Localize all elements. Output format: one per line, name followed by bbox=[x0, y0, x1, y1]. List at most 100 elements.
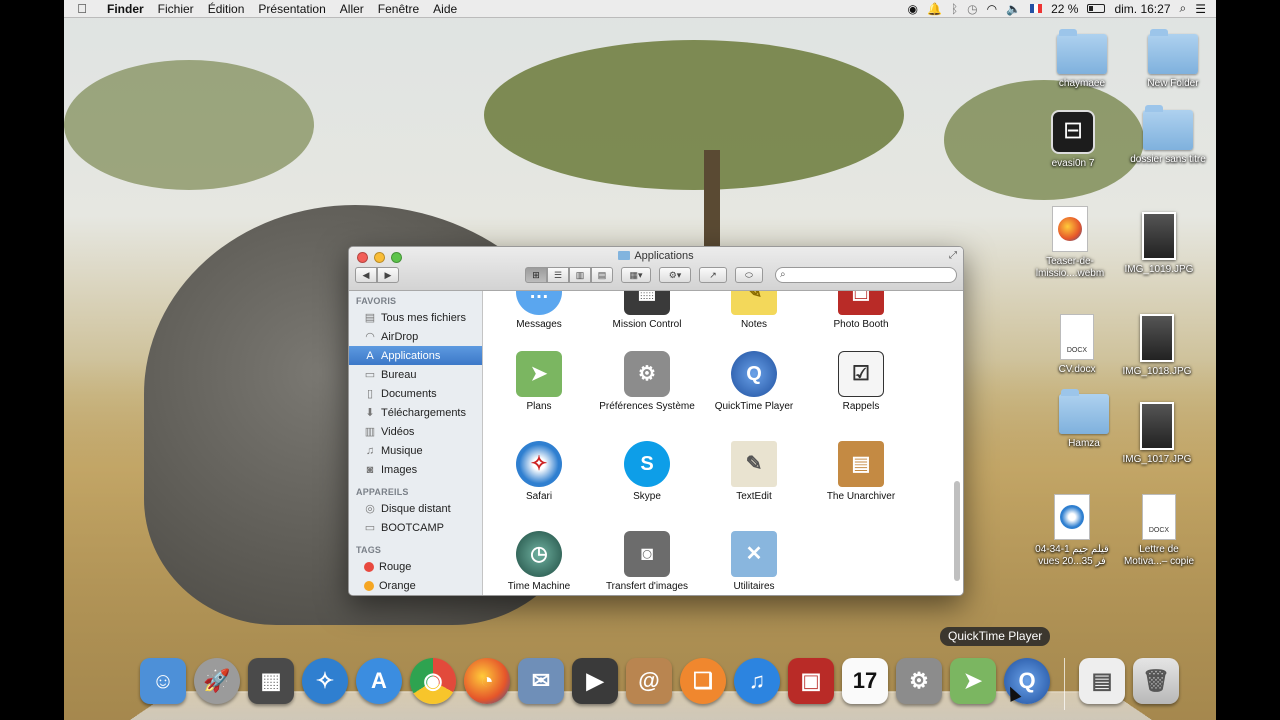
battery-icon[interactable] bbox=[1087, 4, 1106, 13]
finder-window[interactable]: Applications ⤢ ◀ ▶ ⊞ ☰ ▥ ▤ ▦▾ ⚙▾ ↗ ⬭ ⌕ F… bbox=[348, 246, 964, 596]
clock[interactable]: dim. 16:27 bbox=[1114, 2, 1170, 16]
itunes-icon[interactable]: ♫ bbox=[734, 658, 780, 704]
app-mission-control[interactable]: ▦ Mission Control bbox=[594, 291, 700, 331]
title-bar[interactable]: Applications ⤢ ◀ ▶ ⊞ ☰ ▥ ▤ ▦▾ ⚙▾ ↗ ⬭ ⌕ bbox=[349, 247, 963, 291]
time-machine-icon[interactable]: ◷ bbox=[967, 2, 977, 16]
column-view-button[interactable]: ▥ bbox=[569, 267, 591, 283]
action-gear-button[interactable]: ⚙▾ bbox=[659, 267, 691, 283]
menu-aide[interactable]: Aide bbox=[426, 2, 464, 16]
desktop-file[interactable]: DOCX CV.docx bbox=[1037, 314, 1117, 376]
menu-fenetre[interactable]: Fenêtre bbox=[371, 2, 426, 16]
app-time-machine[interactable]: ◷ Time Machine bbox=[486, 531, 592, 593]
sidebar-item-images[interactable]: ◙ Images bbox=[349, 460, 482, 479]
search-field[interactable]: ⌕ bbox=[775, 267, 957, 283]
sidebar-item-tag-red[interactable]: Rouge bbox=[349, 557, 482, 576]
system-preferences-icon[interactable]: ⚙ bbox=[896, 658, 942, 704]
sidebar-item-airdrop[interactable]: ◠ AirDrop bbox=[349, 327, 482, 346]
facetime-icon[interactable]: ▶ bbox=[572, 658, 618, 704]
app-photo-booth[interactable]: ▣ Photo Booth bbox=[808, 291, 914, 331]
app-unarchiver[interactable]: ▤ The Unarchiver bbox=[808, 441, 914, 503]
share-button[interactable]: ↗ bbox=[699, 267, 727, 283]
sidebar-item-tag-orange[interactable]: Orange bbox=[349, 576, 482, 595]
maps-icon: ➤ bbox=[516, 351, 562, 397]
notification-icon[interactable]: 🔔 bbox=[927, 2, 942, 16]
calendar-icon[interactable]: 17 bbox=[842, 658, 888, 704]
sidebar-item-bureau[interactable]: ▭ Bureau bbox=[349, 365, 482, 384]
firefox-icon[interactable]: ◔ bbox=[464, 658, 510, 704]
app-notes[interactable]: ✎ Notes bbox=[701, 291, 807, 331]
downloads-stack-icon[interactable]: ▤ bbox=[1079, 658, 1125, 704]
mission-control-icon[interactable]: ▦ bbox=[248, 658, 294, 704]
apple-menu-icon[interactable]:  bbox=[64, 1, 100, 16]
volume-icon[interactable]: 🔈 bbox=[1006, 2, 1021, 16]
launchpad-icon[interactable]: 🚀 bbox=[194, 658, 240, 704]
french-flag-icon[interactable] bbox=[1030, 4, 1043, 13]
app-safari[interactable]: ✧ Safari bbox=[486, 441, 592, 503]
app-system-preferences[interactable]: ⚙ Préférences Système bbox=[594, 351, 700, 413]
menu-presentation[interactable]: Présentation bbox=[251, 2, 332, 16]
photo-booth-icon[interactable]: ▣ bbox=[788, 658, 834, 704]
maps-icon[interactable]: ➤ bbox=[950, 658, 996, 704]
status-area: ◉ 🔔 ᛒ ◷ ◠ 🔈 22 % dim. 16:27 ⌕ ☰ bbox=[908, 1, 1216, 16]
notification-center-icon[interactable]: ☰ bbox=[1195, 2, 1206, 16]
safari-icon[interactable]: ✧ bbox=[302, 658, 348, 704]
desktop-file[interactable]: IMG_1018.JPG bbox=[1117, 314, 1197, 378]
icon-view-button[interactable]: ⊞ bbox=[525, 267, 547, 283]
desktop-app[interactable]: ⊟ evasi0n 7 bbox=[1033, 110, 1113, 170]
desktop-folder[interactable]: Hamza bbox=[1044, 389, 1124, 450]
app-plans[interactable]: ➤ Plans bbox=[486, 351, 592, 413]
toolbar: ◀ ▶ ⊞ ☰ ▥ ▤ ▦▾ ⚙▾ ↗ ⬭ ⌕ bbox=[355, 266, 957, 284]
menu-edition[interactable]: Édition bbox=[201, 2, 252, 16]
app-reminders[interactable]: ☑ Rappels bbox=[808, 351, 914, 413]
sidebar-item-documents[interactable]: ▯ Documents bbox=[349, 384, 482, 403]
app-store-icon[interactable]: A bbox=[356, 658, 402, 704]
tags-button[interactable]: ⬭ bbox=[735, 267, 763, 283]
desktop-file[interactable]: 04-34-1 قيلم جيم vues 20...35 فر bbox=[1032, 494, 1112, 568]
app-utilities[interactable]: ✕ Utilitaires bbox=[701, 531, 807, 593]
sidebar-item-remote-disc[interactable]: ◎ Disque distant bbox=[349, 499, 482, 518]
spotlight-icon[interactable]: ⌕ bbox=[1180, 1, 1187, 16]
app-skype[interactable]: S Skype bbox=[594, 441, 700, 503]
menu-app-name[interactable]: Finder bbox=[100, 2, 151, 16]
sidebar-item-videos[interactable]: ▥ Vidéos bbox=[349, 422, 482, 441]
sidebar-item-downloads[interactable]: ⬇ Téléchargements bbox=[349, 403, 482, 422]
arrange-button[interactable]: ▦▾ bbox=[621, 267, 651, 283]
desktop-folder[interactable]: chaymaee bbox=[1042, 29, 1122, 90]
cover-flow-button[interactable]: ▤ bbox=[591, 267, 613, 283]
back-button[interactable]: ◀ bbox=[355, 267, 377, 283]
menu-aller[interactable]: Aller bbox=[333, 2, 371, 16]
sidebar: FAVORIS ▤ Tous mes fichiers ◠ AirDrop A App… bbox=[349, 291, 483, 595]
battery-percent[interactable]: 22 % bbox=[1051, 2, 1078, 16]
finder-icon[interactable]: ☺ bbox=[140, 658, 186, 704]
file-browser[interactable]: … Messages ▦ Mission Control ✎ Notes ▣ Photo… bbox=[484, 291, 963, 595]
menu-fichier[interactable]: Fichier bbox=[151, 2, 201, 16]
forward-button[interactable]: ▶ bbox=[377, 267, 399, 283]
sidebar-item-applications[interactable]: A Applications bbox=[349, 346, 482, 365]
sidebar-item-music[interactable]: ♫ Musique bbox=[349, 441, 482, 460]
bluetooth-icon[interactable]: ᛒ bbox=[951, 2, 958, 16]
vertical-scrollbar[interactable] bbox=[954, 481, 960, 581]
app-quicktime[interactable]: Q QuickTime Player bbox=[701, 351, 807, 413]
trash-icon[interactable]: 🗑 bbox=[1133, 658, 1179, 704]
desktop-file[interactable]: IMG_1017.JPG bbox=[1117, 402, 1197, 466]
chrome-icon[interactable]: ◉ bbox=[410, 658, 456, 704]
quicktime-icon: Q bbox=[731, 351, 777, 397]
desktop-file[interactable]: Teaser-de-lmissio....webm bbox=[1030, 206, 1110, 280]
sidebar-item-bootcamp[interactable]: ▭ BOOTCAMP bbox=[349, 518, 482, 537]
sidebar-item-all-files[interactable]: ▤ Tous mes fichiers bbox=[349, 308, 482, 327]
mail-icon[interactable]: ✉ bbox=[518, 658, 564, 704]
app-image-capture[interactable]: ◙ Transfert d'images bbox=[594, 531, 700, 593]
fullscreen-icon[interactable]: ⤢ bbox=[949, 250, 957, 261]
app-messages[interactable]: … Messages bbox=[486, 291, 592, 331]
record-icon[interactable]: ◉ bbox=[908, 2, 918, 16]
list-view-button[interactable]: ☰ bbox=[547, 267, 569, 283]
desktop-file[interactable]: DOCX Lettre de Motiva...– copie bbox=[1119, 494, 1199, 568]
app-textedit[interactable]: ✎ TextEdit bbox=[701, 441, 807, 503]
ibooks-icon[interactable]: ❑ bbox=[680, 658, 726, 704]
desktop-folder[interactable]: New Folder bbox=[1133, 29, 1213, 90]
wifi-icon[interactable]: ◠ bbox=[987, 2, 997, 16]
desktop[interactable]:  Finder Fichier Édition Présentation Al… bbox=[64, 0, 1216, 720]
desktop-folder[interactable]: dossier sans titre bbox=[1128, 105, 1208, 166]
contacts-icon[interactable]: @ bbox=[626, 658, 672, 704]
desktop-file[interactable]: IMG_1019.JPG bbox=[1119, 212, 1199, 276]
